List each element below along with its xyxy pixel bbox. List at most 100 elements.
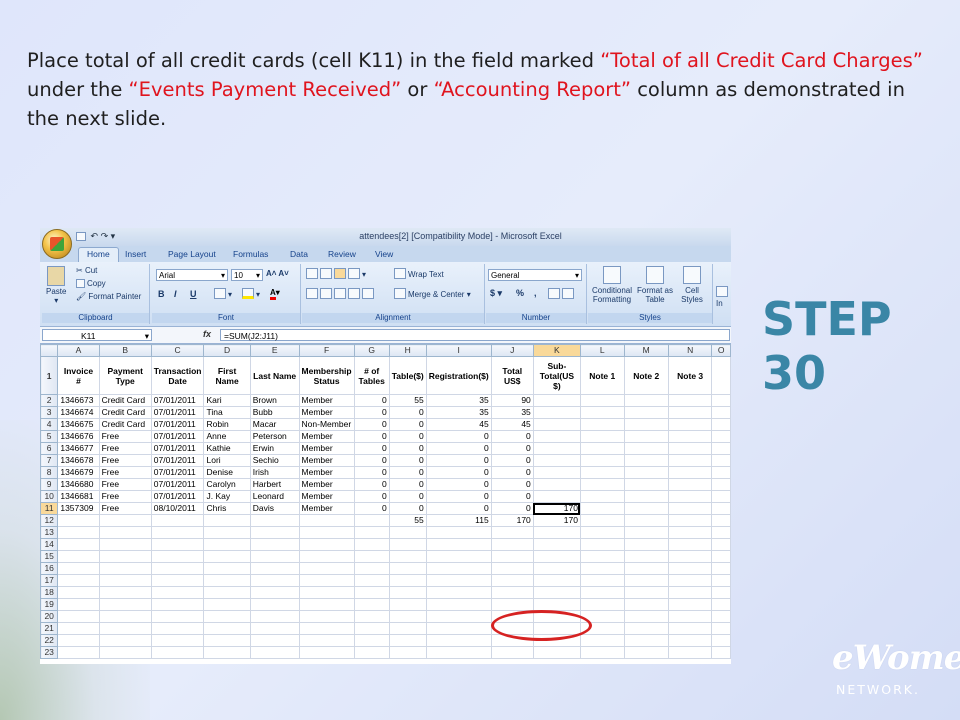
cell[interactable] <box>532 598 581 611</box>
cell[interactable] <box>490 574 534 587</box>
cell[interactable]: 0 <box>388 490 427 503</box>
cell[interactable]: Non-Member <box>298 418 355 431</box>
cell[interactable] <box>353 610 390 623</box>
cell[interactable]: Free <box>98 502 152 515</box>
column-header[interactable]: M <box>623 344 669 357</box>
cell[interactable]: 1346676 <box>57 430 100 443</box>
cell[interactable] <box>711 634 731 647</box>
cell[interactable] <box>623 418 669 431</box>
cell[interactable] <box>150 622 205 635</box>
cell[interactable] <box>711 394 731 407</box>
cell[interactable] <box>532 586 581 599</box>
cell[interactable]: 07/01/2011 <box>150 478 205 491</box>
cell[interactable]: 0 <box>425 478 492 491</box>
cell[interactable]: Irish <box>249 466 300 479</box>
cell[interactable] <box>532 478 581 491</box>
column-header[interactable]: H <box>388 344 427 357</box>
cell[interactable] <box>57 610 100 623</box>
cell[interactable] <box>353 598 390 611</box>
cell[interactable]: Member <box>298 490 355 503</box>
cell[interactable] <box>623 442 669 455</box>
cell[interactable] <box>532 430 581 443</box>
cell[interactable]: Credit Card <box>98 394 152 407</box>
cell[interactable]: Member <box>298 466 355 479</box>
cell[interactable] <box>667 598 713 611</box>
cell[interactable] <box>579 586 625 599</box>
header-cell[interactable]: Note 3 <box>667 356 713 395</box>
conditional-formatting-button[interactable]: Conditional Formatting <box>590 266 634 304</box>
column-header[interactable]: J <box>490 344 534 357</box>
cell[interactable]: 35 <box>425 394 492 407</box>
cell[interactable]: 0 <box>353 490 390 503</box>
font-color-button[interactable]: A▾ <box>270 288 280 300</box>
cell[interactable]: 0 <box>490 478 534 491</box>
cell[interactable] <box>353 526 390 539</box>
cell[interactable] <box>388 526 427 539</box>
header-cell[interactable]: # of Tables <box>353 356 390 395</box>
cell[interactable] <box>579 526 625 539</box>
cell[interactable] <box>711 490 731 503</box>
row-header[interactable]: 21 <box>40 622 59 635</box>
cell[interactable] <box>388 586 427 599</box>
cell[interactable]: Member <box>298 430 355 443</box>
cell[interactable] <box>150 598 205 611</box>
row-header[interactable]: 6 <box>40 442 59 455</box>
underline-button[interactable]: U <box>190 289 197 299</box>
cell[interactable] <box>667 478 713 491</box>
cell[interactable]: 07/01/2011 <box>150 442 205 455</box>
vertical-align-buttons[interactable]: ▾ <box>306 268 366 279</box>
cell[interactable]: 45 <box>425 418 492 431</box>
cell[interactable] <box>711 622 731 635</box>
row-header[interactable]: 23 <box>40 646 59 659</box>
formula-input[interactable]: =SUM(J2:J11) <box>220 329 730 341</box>
cell[interactable] <box>579 502 625 515</box>
bold-button[interactable]: B <box>158 289 165 299</box>
cell[interactable] <box>711 454 731 467</box>
row-header[interactable]: 20 <box>40 610 59 623</box>
cell[interactable]: Member <box>298 394 355 407</box>
cell[interactable] <box>249 514 300 527</box>
cell[interactable] <box>249 586 300 599</box>
cell[interactable] <box>298 574 355 587</box>
cell[interactable] <box>711 646 731 659</box>
cell[interactable] <box>98 622 152 635</box>
cell[interactable]: Harbert <box>249 478 300 491</box>
cell[interactable]: 0 <box>425 466 492 479</box>
cell[interactable]: Free <box>98 490 152 503</box>
cell[interactable]: 07/01/2011 <box>150 430 205 443</box>
cell[interactable] <box>98 586 152 599</box>
cell[interactable] <box>203 550 251 563</box>
cell[interactable] <box>711 418 731 431</box>
row-header[interactable]: 7 <box>40 454 59 467</box>
number-format-combo[interactable]: General ▾ <box>488 269 582 281</box>
cell[interactable] <box>298 610 355 623</box>
cell[interactable] <box>623 586 669 599</box>
cell[interactable] <box>667 562 713 575</box>
row-header[interactable]: 19 <box>40 598 59 611</box>
cell[interactable] <box>298 562 355 575</box>
cell[interactable] <box>623 526 669 539</box>
cell[interactable]: Kathie <box>203 442 251 455</box>
cell[interactable] <box>203 598 251 611</box>
row-header[interactable]: 8 <box>40 466 59 479</box>
cell[interactable] <box>98 562 152 575</box>
cell[interactable] <box>711 574 731 587</box>
cell[interactable] <box>532 466 581 479</box>
currency-button[interactable]: $ ▾ <box>490 288 502 299</box>
cell[interactable]: Member <box>298 406 355 419</box>
row-header[interactable]: 11 <box>40 502 59 515</box>
cell[interactable] <box>667 550 713 563</box>
cell[interactable] <box>711 406 731 419</box>
cell[interactable]: Free <box>98 442 152 455</box>
cell[interactable] <box>98 598 152 611</box>
cell[interactable] <box>579 454 625 467</box>
cell[interactable] <box>298 646 355 659</box>
cell[interactable]: 07/01/2011 <box>150 418 205 431</box>
cell[interactable]: 0 <box>490 442 534 455</box>
cell[interactable] <box>203 586 251 599</box>
cell[interactable] <box>623 538 669 551</box>
cell[interactable]: Leonard <box>249 490 300 503</box>
cell[interactable]: 0 <box>425 502 492 515</box>
cell[interactable] <box>57 538 100 551</box>
decimal-buttons[interactable] <box>548 288 576 299</box>
